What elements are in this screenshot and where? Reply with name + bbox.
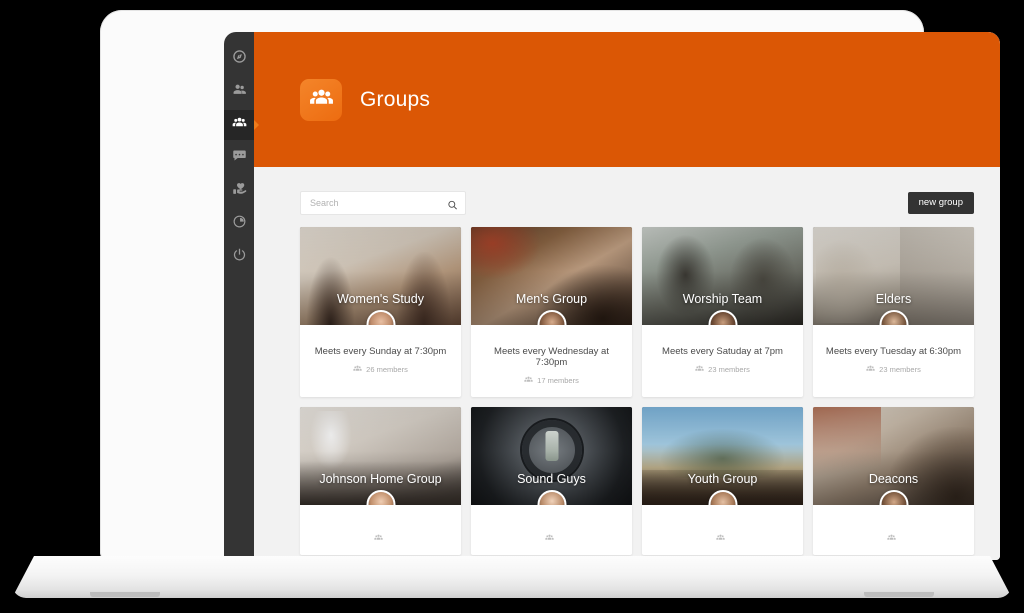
group-leader-avatar[interactable] bbox=[537, 310, 566, 325]
group-card[interactable]: Sound Guys bbox=[471, 407, 632, 555]
group-card-media: Worship Team bbox=[642, 227, 803, 325]
search-box[interactable] bbox=[300, 191, 466, 215]
group-card-body: Meets every Satuday at 7pm 23 members bbox=[642, 325, 803, 386]
group-card[interactable]: Youth Group bbox=[642, 407, 803, 555]
group-card-title: Johnson Home Group bbox=[319, 472, 442, 486]
members-icon bbox=[353, 364, 362, 375]
group-card-title: Youth Group bbox=[687, 472, 758, 486]
group-card-title: Men's Group bbox=[515, 292, 588, 306]
members-count-label: 23 members bbox=[708, 365, 750, 374]
group-member-count bbox=[477, 533, 626, 544]
group-card-title: Deacons bbox=[868, 472, 919, 486]
group-card-title: Elders bbox=[875, 292, 912, 306]
group-card-body bbox=[813, 505, 974, 555]
group-leader-avatar[interactable] bbox=[708, 490, 737, 505]
application-window: Groups new group Women's Study Meets ever… bbox=[224, 32, 1000, 560]
members-count-label: 23 members bbox=[879, 365, 921, 374]
sidebar-item-people[interactable] bbox=[224, 77, 254, 107]
members-icon bbox=[695, 364, 704, 375]
compass-icon bbox=[232, 49, 247, 69]
group-member-count bbox=[306, 533, 455, 544]
group-card-media: Elders bbox=[813, 227, 974, 325]
group-card-media: Men's Group bbox=[471, 227, 632, 325]
group-meeting-time: Meets every Satuday at 7pm bbox=[662, 346, 783, 357]
sidebar-item-logout[interactable] bbox=[224, 242, 254, 272]
group-leader-avatar[interactable] bbox=[708, 310, 737, 325]
group-card-body bbox=[642, 505, 803, 555]
laptop-lid: Groups new group Women's Study Meets ever… bbox=[100, 10, 1000, 562]
group-card-title: Worship Team bbox=[682, 292, 763, 306]
person-group-icon bbox=[232, 82, 247, 102]
group-meeting-time: Meets every Wednesday at 7:30pm bbox=[494, 346, 609, 368]
members-icon bbox=[866, 364, 875, 375]
laptop-screen: Groups new group Women's Study Meets ever… bbox=[224, 32, 1000, 560]
group-card-media: Youth Group bbox=[642, 407, 803, 505]
group-card-body: Meets every Wednesday at 7:30pm 17 member… bbox=[471, 325, 632, 397]
group-card-media: Sound Guys bbox=[471, 407, 632, 505]
chat-bubble-icon bbox=[232, 148, 247, 168]
group-card-body bbox=[300, 505, 461, 555]
groups-logo-tile bbox=[300, 78, 342, 121]
sidebar-item-dashboard[interactable] bbox=[224, 44, 254, 74]
group-card-grid: Women's Study Meets every Sunday at 7:30p… bbox=[254, 215, 1000, 560]
group-member-count: 26 members bbox=[306, 364, 455, 375]
group-meeting-time: Meets every Sunday at 7:30pm bbox=[314, 346, 447, 357]
group-card[interactable]: Elders Meets every Tuesday at 6:30pm 23 me… bbox=[813, 227, 974, 397]
members-icon bbox=[374, 533, 383, 544]
group-meeting-time: Meets every Tuesday at 6:30pm bbox=[825, 346, 962, 357]
laptop-foot-left bbox=[90, 592, 160, 597]
sidebar-item-messages[interactable] bbox=[224, 143, 254, 173]
group-member-count: 23 members bbox=[648, 364, 797, 375]
sidebar bbox=[224, 32, 254, 560]
members-icon bbox=[716, 533, 725, 544]
hand-heart-icon bbox=[232, 181, 247, 201]
sidebar-item-giving[interactable] bbox=[224, 176, 254, 206]
sidebar-item-groups[interactable] bbox=[224, 110, 254, 140]
screenshot-stage: Groups new group Women's Study Meets ever… bbox=[0, 0, 1024, 613]
members-count-label: 17 members bbox=[537, 376, 579, 385]
group-member-count bbox=[819, 533, 968, 544]
toolbar: new group bbox=[254, 167, 1000, 215]
page-header: Groups bbox=[254, 32, 1000, 167]
group-card-body bbox=[471, 505, 632, 555]
group-member-count: 23 members bbox=[819, 364, 968, 375]
group-people-icon bbox=[309, 85, 334, 115]
group-leader-avatar[interactable] bbox=[537, 490, 566, 505]
laptop-base bbox=[12, 556, 1012, 598]
group-member-count bbox=[648, 533, 797, 544]
group-card-media: Women's Study bbox=[300, 227, 461, 325]
group-leader-avatar[interactable] bbox=[366, 490, 395, 505]
members-icon bbox=[524, 375, 533, 386]
group-card-body: Meets every Tuesday at 6:30pm 23 members bbox=[813, 325, 974, 386]
groups-icon bbox=[232, 115, 247, 135]
group-card-media: Johnson Home Group bbox=[300, 407, 461, 505]
search-input[interactable] bbox=[301, 192, 465, 214]
main-content: Groups new group Women's Study Meets ever… bbox=[254, 32, 1000, 560]
members-icon bbox=[887, 533, 896, 544]
group-member-count: 17 members bbox=[477, 375, 626, 386]
pie-chart-icon bbox=[232, 214, 247, 234]
group-card-title: Sound Guys bbox=[517, 472, 586, 486]
group-card[interactable]: Worship Team Meets every Satuday at 7pm 23… bbox=[642, 227, 803, 397]
group-card[interactable]: Deacons bbox=[813, 407, 974, 555]
group-card[interactable]: Johnson Home Group bbox=[300, 407, 461, 555]
group-card-title: Women's Study bbox=[337, 292, 424, 306]
group-leader-avatar[interactable] bbox=[879, 490, 908, 505]
members-icon bbox=[545, 533, 554, 544]
group-leader-avatar[interactable] bbox=[366, 310, 395, 325]
power-icon bbox=[232, 247, 247, 267]
laptop-foot-right bbox=[864, 592, 934, 597]
new-group-button[interactable]: new group bbox=[907, 192, 974, 214]
group-card-media: Deacons bbox=[813, 407, 974, 505]
group-leader-avatar[interactable] bbox=[879, 310, 908, 325]
group-card[interactable]: Men's Group Meets every Wednesday at 7:30… bbox=[471, 227, 632, 397]
members-count-label: 26 members bbox=[366, 365, 408, 374]
page-title: Groups bbox=[360, 87, 431, 111]
group-card-body: Meets every Sunday at 7:30pm 26 members bbox=[300, 325, 461, 386]
group-card[interactable]: Women's Study Meets every Sunday at 7:30p… bbox=[300, 227, 461, 397]
sidebar-item-reports[interactable] bbox=[224, 209, 254, 239]
